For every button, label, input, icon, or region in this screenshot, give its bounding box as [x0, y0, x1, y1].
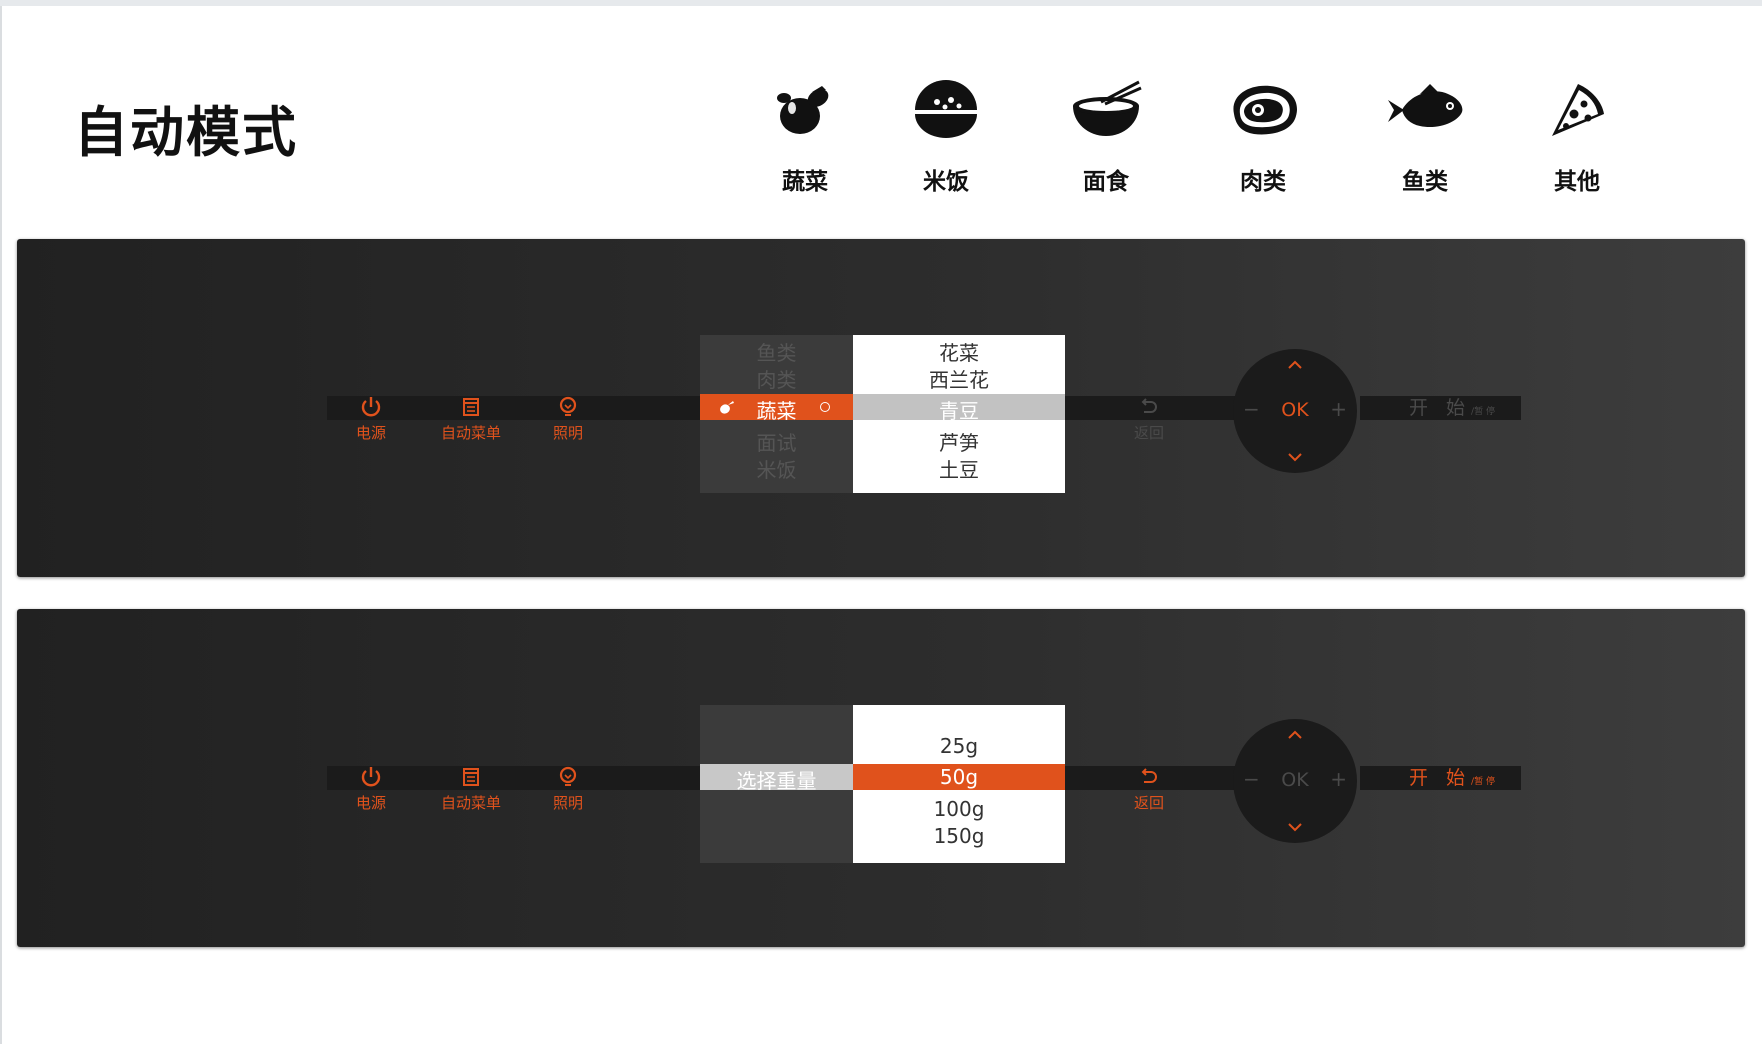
category-fish[interactable]: 鱼类 [1365, 78, 1485, 196]
control-panel-weight-select: 电源 自动菜单 照明 选择重量 25g 50g 100g 150g 返回 − O… [17, 609, 1745, 947]
pizza-slice-icon [1552, 84, 1604, 136]
plus-button[interactable]: + [1330, 769, 1347, 789]
start-label: 开 始 [1409, 397, 1472, 419]
plus-button[interactable]: + [1330, 399, 1347, 419]
noodle-bowl-icon [1073, 80, 1142, 136]
pause-label: /暂 停 [1471, 407, 1495, 417]
light-button[interactable]: 照明 [508, 394, 628, 443]
navigation-dial[interactable]: − OK + [1233, 349, 1357, 473]
back-arrow-icon [1141, 398, 1157, 413]
fish-icon [1388, 84, 1463, 128]
bulb-icon [559, 766, 577, 786]
category-label: 米饭 [923, 169, 969, 195]
back-button[interactable]: 返回 [1089, 764, 1209, 813]
food-list-item-selected[interactable]: 青豆 [853, 394, 1065, 423]
category-label: 肉类 [1240, 169, 1286, 195]
display-screen: 选择重量 25g 50g 100g 150g [700, 705, 1083, 863]
category-meat[interactable]: 肉类 [1203, 78, 1323, 196]
chevron-up-icon[interactable] [1283, 727, 1307, 743]
window-top-border [0, 0, 1762, 6]
category-label: 鱼类 [1402, 169, 1448, 195]
weight-select-label: 选择重量 [736, 769, 817, 793]
weight-list-item-selected[interactable]: 50g [853, 764, 1065, 790]
menu-card-icon [463, 398, 479, 416]
food-list-item[interactable]: 花菜 [853, 337, 1065, 366]
weight-list-item[interactable]: 150g [853, 824, 1065, 848]
category-other[interactable]: 其他 [1517, 78, 1637, 196]
chevron-down-icon[interactable] [1283, 819, 1307, 835]
food-list: 花菜 西兰花 青豆 芦笋 土豆 [853, 335, 1065, 493]
food-selected-label: 青豆 [939, 399, 979, 423]
start-pause-button[interactable]: 开 始/暂 停 [1409, 766, 1495, 794]
category-list-item[interactable]: 米饭 [700, 454, 853, 483]
light-label: 照明 [552, 794, 583, 812]
start-pause-button[interactable]: 开 始/暂 停 [1409, 396, 1495, 424]
steak-icon [1233, 85, 1297, 135]
selection-dot-icon [820, 402, 830, 412]
back-button[interactable]: 返回 [1089, 394, 1209, 443]
start-label: 开 始 [1409, 767, 1472, 789]
light-label: 照明 [552, 424, 583, 442]
food-list-item[interactable]: 土豆 [853, 454, 1065, 483]
back-arrow-icon [1141, 768, 1157, 783]
rice-bowl-icon [915, 80, 977, 138]
bulb-icon [559, 396, 577, 416]
weight-list: 25g 50g 100g 150g [853, 705, 1065, 863]
light-button[interactable]: 照明 [508, 764, 628, 813]
back-label: 返回 [1133, 794, 1164, 812]
category-list-item-selected[interactable]: 蔬菜 [700, 394, 853, 423]
category-list: 鱼类 肉类 蔬菜 面试 米饭 [700, 335, 853, 493]
eggplant-icon [777, 86, 829, 134]
category-selected-label: 蔬菜 [756, 399, 797, 423]
page-title: 自动模式 [74, 101, 298, 164]
control-panel-food-select: 电源 自动菜单 照明 鱼类 肉类 蔬菜 面试 米饭 花菜 西兰花 青豆 芦笋 土… [17, 239, 1745, 577]
mode-list: 选择重量 [700, 705, 853, 863]
menu-card-icon [463, 768, 479, 786]
food-list-item[interactable]: 芦笋 [853, 427, 1065, 456]
navigation-dial[interactable]: − OK + [1233, 719, 1357, 843]
mode-list-item-selected[interactable]: 选择重量 [700, 764, 853, 793]
category-label: 面食 [1083, 169, 1129, 195]
category-list-item[interactable]: 鱼类 [700, 337, 853, 366]
category-list-item[interactable]: 面试 [700, 427, 853, 456]
category-noodles[interactable]: 面食 [1046, 78, 1166, 196]
back-label: 返回 [1133, 424, 1164, 442]
pause-label: /暂 停 [1471, 777, 1495, 787]
display-screen: 鱼类 肉类 蔬菜 面试 米饭 花菜 西兰花 青豆 芦笋 土豆 [700, 335, 1083, 493]
chevron-down-icon[interactable] [1283, 449, 1307, 465]
chevron-up-icon[interactable] [1283, 357, 1307, 373]
weight-selected-label: 50g [939, 765, 979, 789]
category-label: 蔬菜 [782, 169, 828, 195]
power-icon [361, 397, 381, 417]
weight-list-item[interactable]: 100g [853, 797, 1065, 821]
food-list-item[interactable]: 西兰花 [853, 364, 1065, 393]
weight-list-item[interactable]: 25g [853, 734, 1065, 758]
category-vegetable[interactable]: 蔬菜 [745, 78, 865, 196]
power-icon [361, 767, 381, 787]
category-label: 其他 [1554, 169, 1600, 195]
category-rice[interactable]: 米饭 [886, 78, 1006, 196]
window-left-border [0, 6, 2, 1044]
category-list-item[interactable]: 肉类 [700, 364, 853, 393]
